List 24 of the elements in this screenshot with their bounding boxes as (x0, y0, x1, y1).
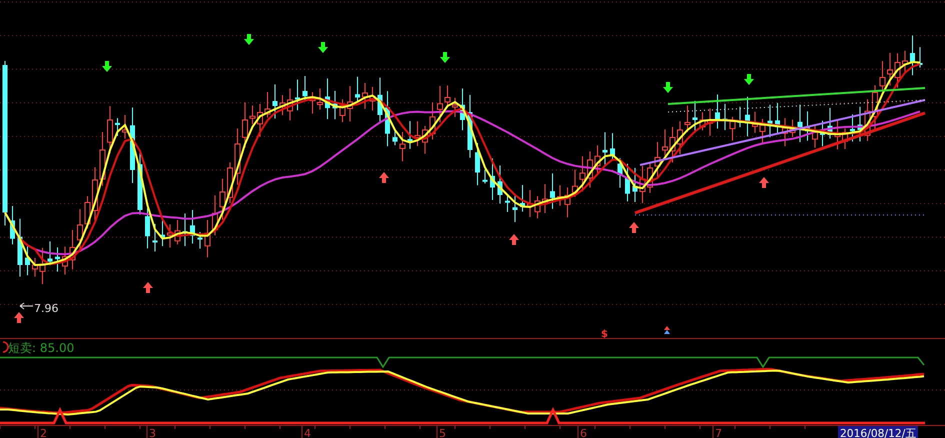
axis-label: 2 (40, 427, 47, 438)
axis-label: 7 (715, 427, 722, 438)
down-arrow-icon (440, 52, 450, 63)
axis-label: 6 (580, 427, 587, 438)
down-arrow-icon (744, 74, 754, 85)
indicator-label: 短卖: 85.00 (8, 341, 74, 355)
low-price-label: 7.96 (34, 302, 58, 315)
up-arrow-icon (14, 312, 24, 323)
up-arrow-icon (629, 222, 639, 233)
up-arrow-icon (379, 172, 389, 183)
up-arrow-icon (759, 177, 769, 188)
down-arrow-icon (102, 61, 112, 72)
signal-mark: $ (601, 329, 608, 340)
down-arrow-icon (244, 34, 254, 45)
axis-label: 3 (149, 427, 156, 438)
double-triangle-icon (664, 326, 670, 334)
down-arrow-icon (663, 82, 673, 93)
up-arrow-icon (509, 234, 519, 245)
cursor-date-label: 2016/08/12/五 (838, 426, 918, 438)
axis-label: 5 (439, 427, 446, 438)
leader-arrow-icon (20, 302, 34, 310)
up-arrow-icon (143, 282, 153, 293)
axis-label: 4 (304, 427, 311, 438)
down-arrow-icon (318, 42, 328, 53)
